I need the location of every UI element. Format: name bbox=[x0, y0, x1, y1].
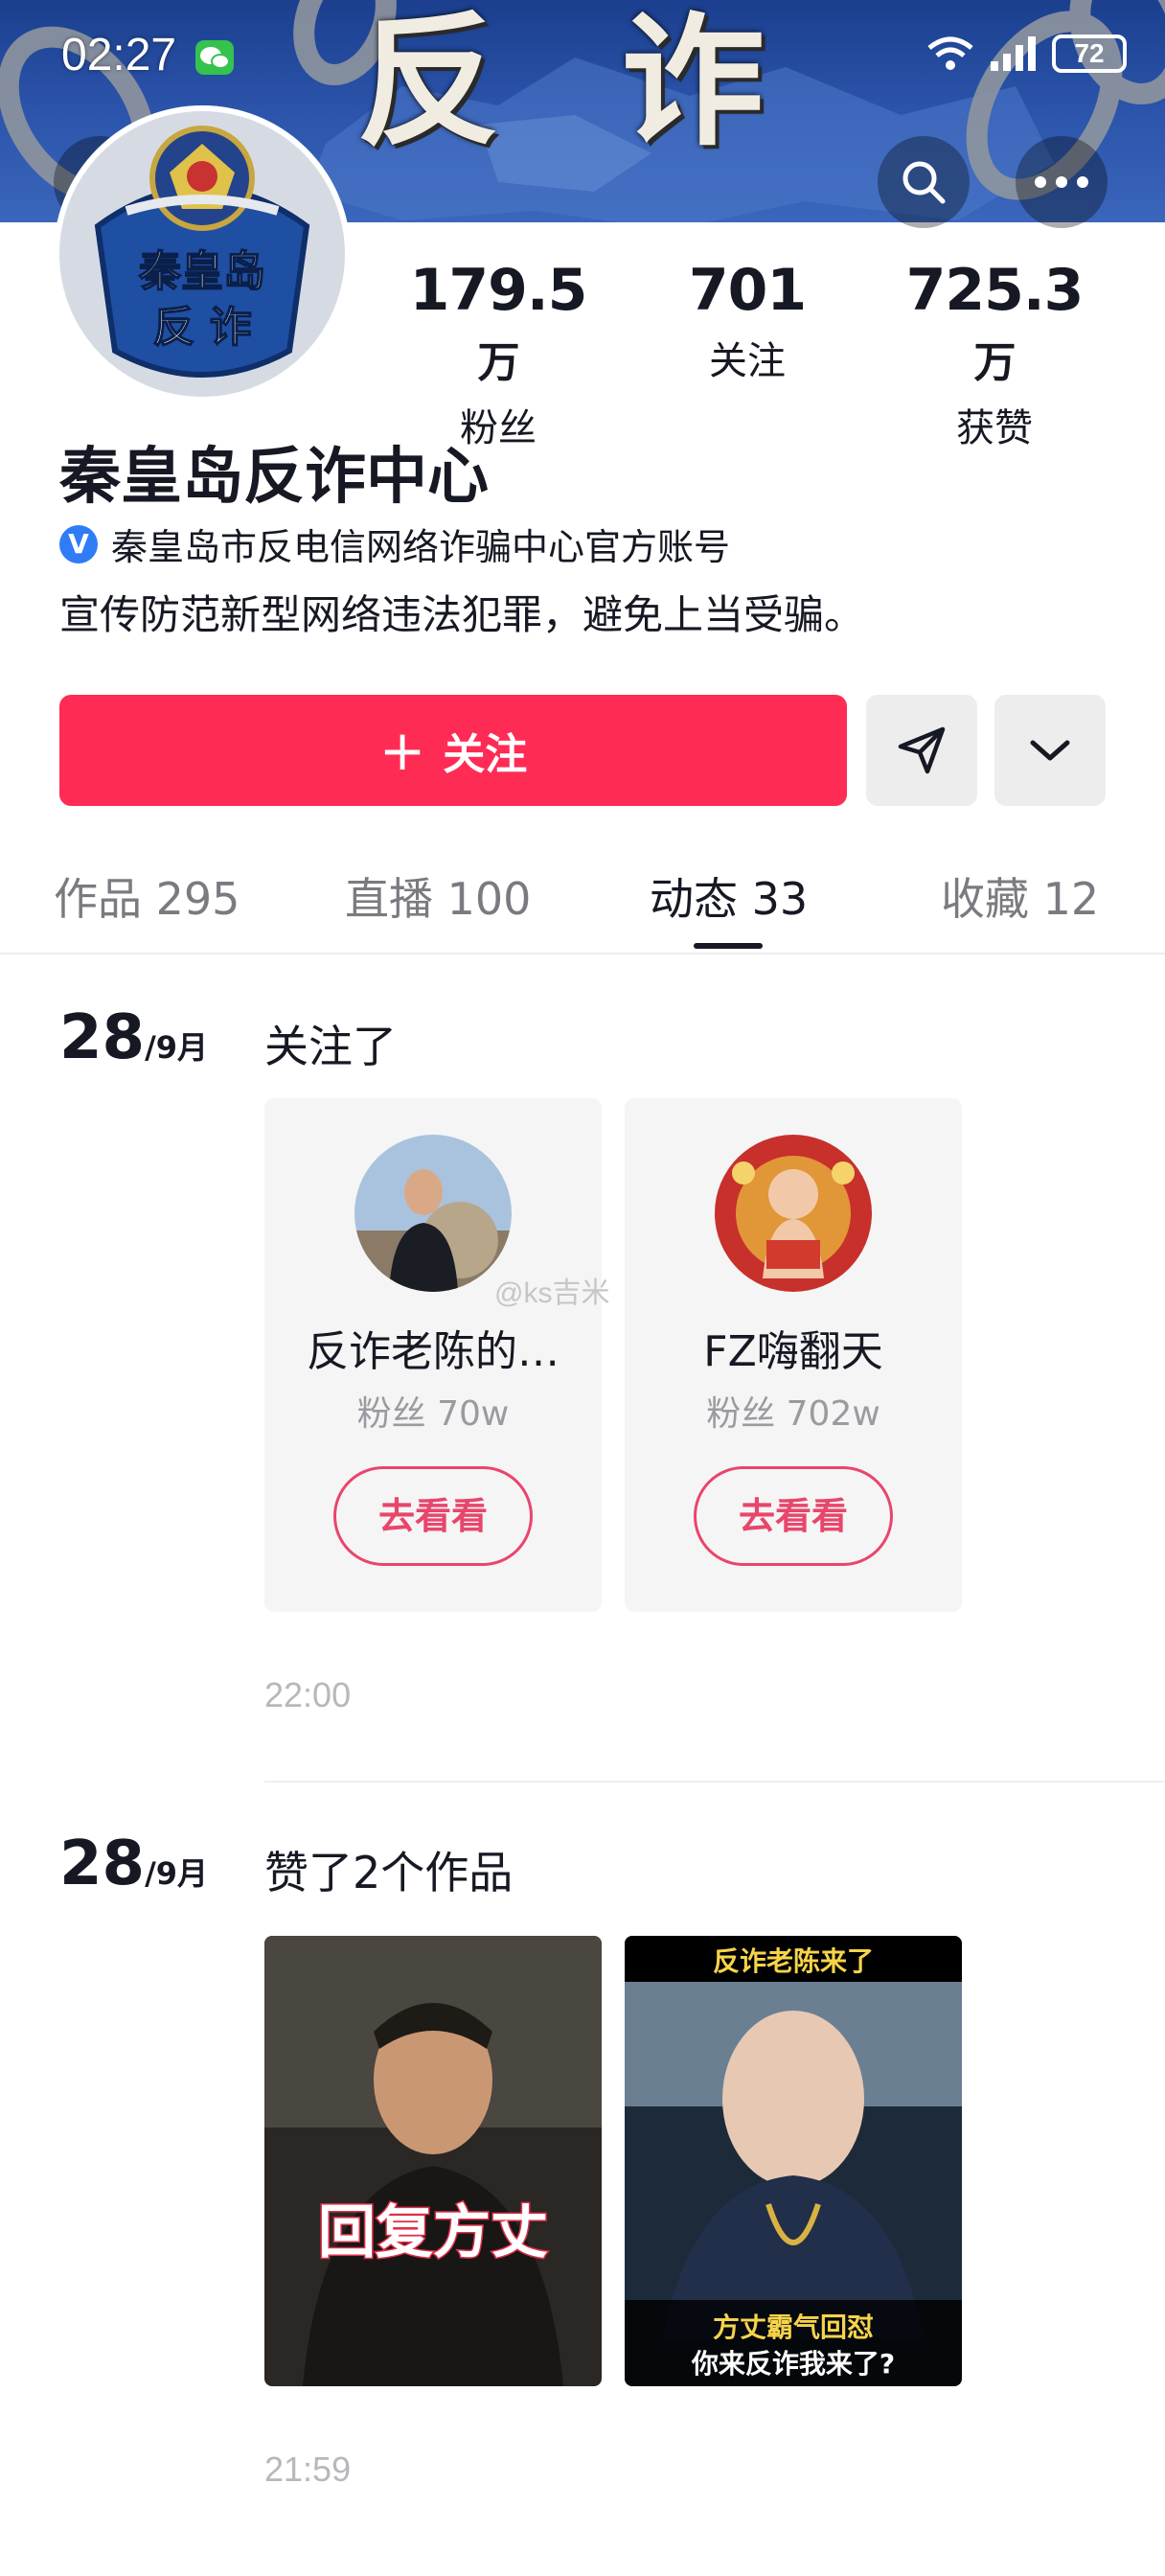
followed-user-fans: 粉丝 70w bbox=[356, 1394, 510, 1434]
avatar-text-line2: 反 诈 bbox=[152, 303, 251, 352]
thumb-caption: 回复方丈 bbox=[318, 2199, 548, 2266]
chevron-down-icon bbox=[1030, 740, 1070, 761]
feed-action-text: 关注了 bbox=[264, 1021, 397, 1072]
tab-live[interactable]: 直播 100 bbox=[345, 864, 531, 928]
stat-following-value: 701 bbox=[688, 257, 807, 324]
search-button[interactable] bbox=[878, 136, 970, 228]
status-time: 02:27 bbox=[61, 30, 177, 80]
stat-likes-label: 获赞 bbox=[956, 406, 1033, 450]
followed-user-fans: 粉丝 702w bbox=[706, 1394, 880, 1434]
stat-likes-unit: 万 bbox=[973, 338, 1017, 387]
thumb-bottom-caption-1: 方丈霸气回怼 bbox=[713, 2312, 874, 2343]
stat-following[interactable]: 701 关注 bbox=[661, 257, 834, 385]
follow-button[interactable]: + 关注 bbox=[59, 695, 847, 806]
feed-date: 28/9月 bbox=[59, 1828, 208, 1899]
feed-date-month: /9月 bbox=[145, 1029, 209, 1066]
verified-line: V 秦皇岛市反电信网络诈骗中心官方账号 bbox=[59, 518, 730, 570]
wifi-icon bbox=[927, 36, 973, 70]
tab-works[interactable]: 作品 295 bbox=[54, 864, 240, 928]
stat-followers-unit: 万 bbox=[477, 338, 520, 387]
followed-user-card[interactable]: FZ嗨翻天 粉丝 702w 去看看 bbox=[625, 1098, 962, 1612]
stat-likes[interactable]: 725.3 万 获赞 bbox=[889, 257, 1100, 452]
feed-date-day: 28 bbox=[59, 1002, 146, 1073]
active-tab-indicator bbox=[694, 943, 763, 949]
liked-video-thumbnail[interactable]: 回复方丈 bbox=[264, 1936, 602, 2386]
expand-recommendations-button[interactable] bbox=[994, 695, 1106, 806]
plus-icon: + bbox=[378, 718, 426, 783]
profile-bio: 宣传防范新型网络违法犯罪，避免上当受骗。 bbox=[59, 591, 865, 638]
verified-badge-icon: V bbox=[59, 524, 98, 564]
send-message-button[interactable] bbox=[866, 695, 977, 806]
profile-tabs: 作品 295 直播 100 动态 33 收藏 12 bbox=[0, 853, 1165, 954]
feed-timestamp: 21:59 bbox=[264, 2450, 352, 2489]
verified-text: 秦皇岛市反电信网络诈骗中心官方账号 bbox=[111, 526, 731, 568]
avatar-photo-man bbox=[354, 1135, 512, 1292]
feed-timestamp: 22:00 bbox=[264, 1675, 352, 1714]
user-avatar[interactable] bbox=[715, 1135, 872, 1292]
stat-followers-value: 179.5 bbox=[409, 257, 588, 324]
followed-user-name: 反诈老陈的… bbox=[307, 1327, 560, 1376]
feed-date-month: /9月 bbox=[145, 1855, 209, 1892]
wechat-notification-icon bbox=[195, 40, 234, 75]
video-frame-bald-man: 反诈老陈来了 方丈霸气回怼 你来反诈我来了? bbox=[625, 1936, 962, 2386]
avatar-text-line1: 秦皇岛 bbox=[138, 247, 265, 296]
followed-user-name: FZ嗨翻天 bbox=[703, 1327, 883, 1376]
thumb-top-caption: 反诈老陈来了 bbox=[713, 1945, 874, 1977]
video-frame-man: 回复方丈 bbox=[264, 1936, 602, 2386]
paper-plane-icon bbox=[898, 726, 946, 774]
feed-divider bbox=[264, 1781, 1165, 1782]
status-bar: 02:27 72 bbox=[0, 0, 1165, 105]
battery-indicator: 72 bbox=[1052, 34, 1127, 73]
tab-favorites[interactable]: 收藏 12 bbox=[941, 864, 1099, 928]
profile-name: 秦皇岛反诈中心 bbox=[59, 442, 489, 513]
followed-user-card[interactable]: 反诈老陈的… 粉丝 70w 去看看 bbox=[264, 1098, 602, 1612]
user-avatar[interactable] bbox=[354, 1135, 512, 1292]
tab-activity[interactable]: 动态 33 bbox=[650, 864, 808, 928]
police-badge-logo: 秦皇岛 反 诈 bbox=[59, 111, 345, 397]
stat-following-label: 关注 bbox=[709, 339, 786, 383]
more-dots-icon bbox=[1035, 176, 1088, 188]
liked-video-thumbnail[interactable]: 反诈老陈来了 方丈霸气回怼 你来反诈我来了? bbox=[625, 1936, 962, 2386]
thumb-bottom-caption-2: 你来反诈我来了? bbox=[691, 2348, 895, 2380]
stat-likes-value: 725.3 bbox=[905, 257, 1085, 324]
feed-action-text: 赞了2个作品 bbox=[264, 1847, 514, 1898]
feed-date: 28/9月 bbox=[59, 1002, 208, 1073]
follow-button-label: 关注 bbox=[443, 730, 528, 779]
feed-date-day: 28 bbox=[59, 1828, 146, 1899]
stat-followers[interactable]: 179.5万 粉丝 bbox=[393, 257, 604, 452]
profile-avatar[interactable]: 秦皇岛 反 诈 bbox=[54, 105, 351, 402]
go-view-button[interactable]: 去看看 bbox=[333, 1466, 533, 1566]
watermark-text: @ks吉米 bbox=[494, 1277, 610, 1309]
signal-icon bbox=[991, 36, 1036, 71]
more-button[interactable] bbox=[1016, 136, 1108, 228]
go-view-button[interactable]: 去看看 bbox=[694, 1466, 893, 1566]
avatar-photo-baby bbox=[715, 1135, 872, 1292]
search-icon bbox=[902, 161, 946, 204]
